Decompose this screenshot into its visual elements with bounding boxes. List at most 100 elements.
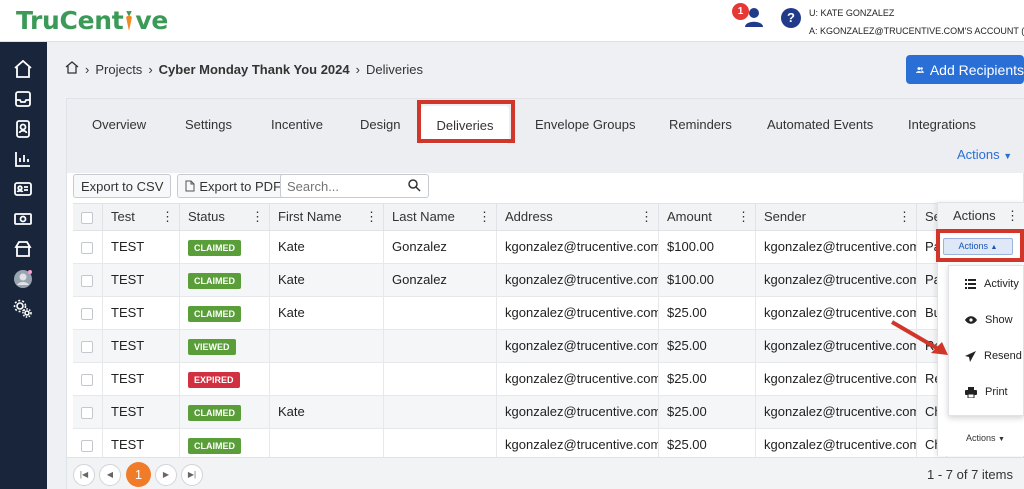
search-input[interactable]	[287, 178, 405, 194]
last-name-cell	[384, 330, 497, 363]
table-row[interactable]: TEST CLAIMED Kate kgonzalez@trucentive.com $…	[73, 297, 1024, 330]
user-notifications[interactable]: 1	[732, 3, 763, 32]
row-checkbox[interactable]	[81, 241, 93, 254]
row-checkbox[interactable]	[81, 340, 93, 353]
test-cell: TEST	[103, 231, 180, 264]
col-test[interactable]: Test ⋮	[103, 204, 180, 232]
row-checkbox[interactable]	[81, 307, 93, 320]
menu-item-show[interactable]: Show	[965, 314, 1013, 326]
tab-automated-events[interactable]: Automated Events	[767, 117, 873, 132]
address-cell: kgonzalez@trucentive.com	[497, 363, 659, 396]
last-page-button[interactable]: ▶|	[181, 464, 203, 486]
last-name-cell: Gonzalez	[384, 264, 497, 297]
row-select-cell	[73, 231, 103, 264]
account-name: A: KGONZALEZ@TRUCENTIVE.COM'S ACCOUNT (9…	[809, 26, 1024, 36]
amount-cell: $25.00	[659, 396, 756, 429]
select-all-checkbox[interactable]	[81, 211, 93, 224]
tab-settings[interactable]: Settings	[185, 117, 232, 132]
export-csv-button[interactable]: Export to CSV	[73, 174, 172, 198]
breadcrumb-project[interactable]: Cyber Monday Thank You 2024	[159, 62, 350, 77]
pagination-bar: |◀ ◀ 1 ▶ ▶| 1 - 7 of 7 items	[67, 457, 1024, 489]
column-menu-icon[interactable]: ⋮	[478, 204, 491, 230]
column-menu-icon[interactable]: ⋮	[1006, 203, 1019, 229]
test-cell: TEST	[103, 363, 180, 396]
column-menu-icon[interactable]: ⋮	[251, 204, 264, 230]
search-icon[interactable]	[408, 179, 421, 195]
first-name-cell: Kate	[270, 297, 384, 330]
row-actions-button[interactable]: Actions ▼	[966, 433, 1005, 443]
first-name-cell: Kate	[270, 231, 384, 264]
amount-cell: $25.00	[659, 297, 756, 330]
money-icon[interactable]	[12, 208, 34, 230]
table-row[interactable]: TEST CLAIMED Kate Gonzalez kgonzalez@trucent…	[73, 264, 1024, 297]
menu-item-activity[interactable]: Activity	[965, 278, 1019, 290]
add-recipients-button[interactable]: Add Recipients	[906, 55, 1024, 84]
col-first-name[interactable]: First Name ⋮	[270, 204, 384, 232]
column-menu-icon[interactable]: ⋮	[737, 204, 750, 230]
contacts-icon[interactable]	[12, 118, 34, 140]
amount-cell: $100.00	[659, 264, 756, 297]
home-icon[interactable]	[65, 61, 79, 77]
tab-envelope-groups[interactable]: Envelope Groups	[535, 117, 635, 132]
inbox-icon[interactable]	[12, 88, 34, 110]
row-checkbox[interactable]	[81, 274, 93, 287]
add-users-icon	[916, 66, 924, 73]
caret-down-icon: ▼	[998, 436, 1005, 443]
export-pdf-button[interactable]: Export to PDF	[177, 174, 290, 198]
col-address[interactable]: Address ⋮	[497, 204, 659, 232]
address-cell: kgonzalez@trucentive.com	[497, 396, 659, 429]
table-row[interactable]: TEST CLAIMED Kate Gonzalez kgonzalez@trucent…	[73, 231, 1024, 264]
column-menu-icon[interactable]: ⋮	[161, 204, 174, 230]
id-card-icon[interactable]	[12, 178, 34, 200]
settings-icon[interactable]	[12, 298, 34, 320]
status-cell: CLAIMED	[180, 231, 270, 264]
menu-item-print[interactable]: Print	[965, 386, 1008, 398]
table-row[interactable]: TEST CLAIMED Kate kgonzalez@trucentive.com $…	[73, 396, 1024, 429]
row-select-cell	[73, 396, 103, 429]
table-row[interactable]: TEST VIEWED kgonzalez@trucentive.com $25.00…	[73, 330, 1024, 363]
annotation-highlight-box	[936, 229, 1024, 262]
status-cell: VIEWED	[180, 330, 270, 363]
col-sender[interactable]: Sender ⋮	[756, 204, 917, 232]
address-cell: kgonzalez@trucentive.com	[497, 330, 659, 363]
help-icon[interactable]: ?	[781, 8, 801, 28]
tab-design[interactable]: Design	[360, 117, 400, 132]
row-checkbox[interactable]	[81, 373, 93, 386]
column-menu-icon[interactable]: ⋮	[898, 204, 911, 230]
menu-item-resend[interactable]: Resend	[965, 350, 1022, 362]
column-menu-icon[interactable]: ⋮	[365, 204, 378, 230]
status-cell: CLAIMED	[180, 264, 270, 297]
row-checkbox[interactable]	[81, 406, 93, 419]
home-icon[interactable]	[12, 58, 34, 80]
notification-badge: 1	[732, 3, 749, 20]
eye-icon	[965, 316, 977, 324]
tab-reminders[interactable]: Reminders	[669, 117, 732, 132]
paper-plane-icon	[965, 350, 976, 362]
column-menu-icon[interactable]: ⋮	[640, 204, 653, 230]
table-row[interactable]: TEST EXPIRED kgonzalez@trucentive.com $25.0…	[73, 363, 1024, 396]
tab-incentive[interactable]: Incentive	[271, 117, 323, 132]
col-last-name[interactable]: Last Name ⋮	[384, 204, 497, 232]
amount-cell: $25.00	[659, 330, 756, 363]
test-cell: TEST	[103, 264, 180, 297]
table-header: Test ⋮ Status ⋮ First Name ⋮ Last Name ⋮ Add…	[73, 203, 1024, 232]
next-page-button[interactable]: ▶	[155, 464, 177, 486]
current-page[interactable]: 1	[126, 462, 151, 487]
avatar-icon[interactable]	[12, 268, 34, 290]
status-badge: VIEWED	[188, 338, 236, 355]
tab-overview[interactable]: Overview	[92, 117, 146, 132]
tab-integrations[interactable]: Integrations	[908, 117, 976, 132]
trucentive-logo[interactable]: TruCent ve	[16, 6, 168, 35]
col-status[interactable]: Status ⋮	[180, 204, 270, 232]
col-amount[interactable]: Amount ⋮	[659, 204, 756, 232]
first-page-button[interactable]: |◀	[73, 464, 95, 486]
prev-page-button[interactable]: ◀	[99, 464, 121, 486]
sidebar	[0, 42, 47, 489]
row-checkbox[interactable]	[81, 439, 93, 452]
breadcrumb-projects[interactable]: Projects	[95, 62, 142, 77]
store-icon[interactable]	[12, 238, 34, 260]
status-badge: CLAIMED	[188, 404, 241, 421]
actions-dropdown[interactable]: Actions ▼	[957, 147, 1012, 162]
reports-icon[interactable]	[12, 148, 34, 170]
row-actions-menu: Activity Show Resend Print	[948, 265, 1024, 416]
